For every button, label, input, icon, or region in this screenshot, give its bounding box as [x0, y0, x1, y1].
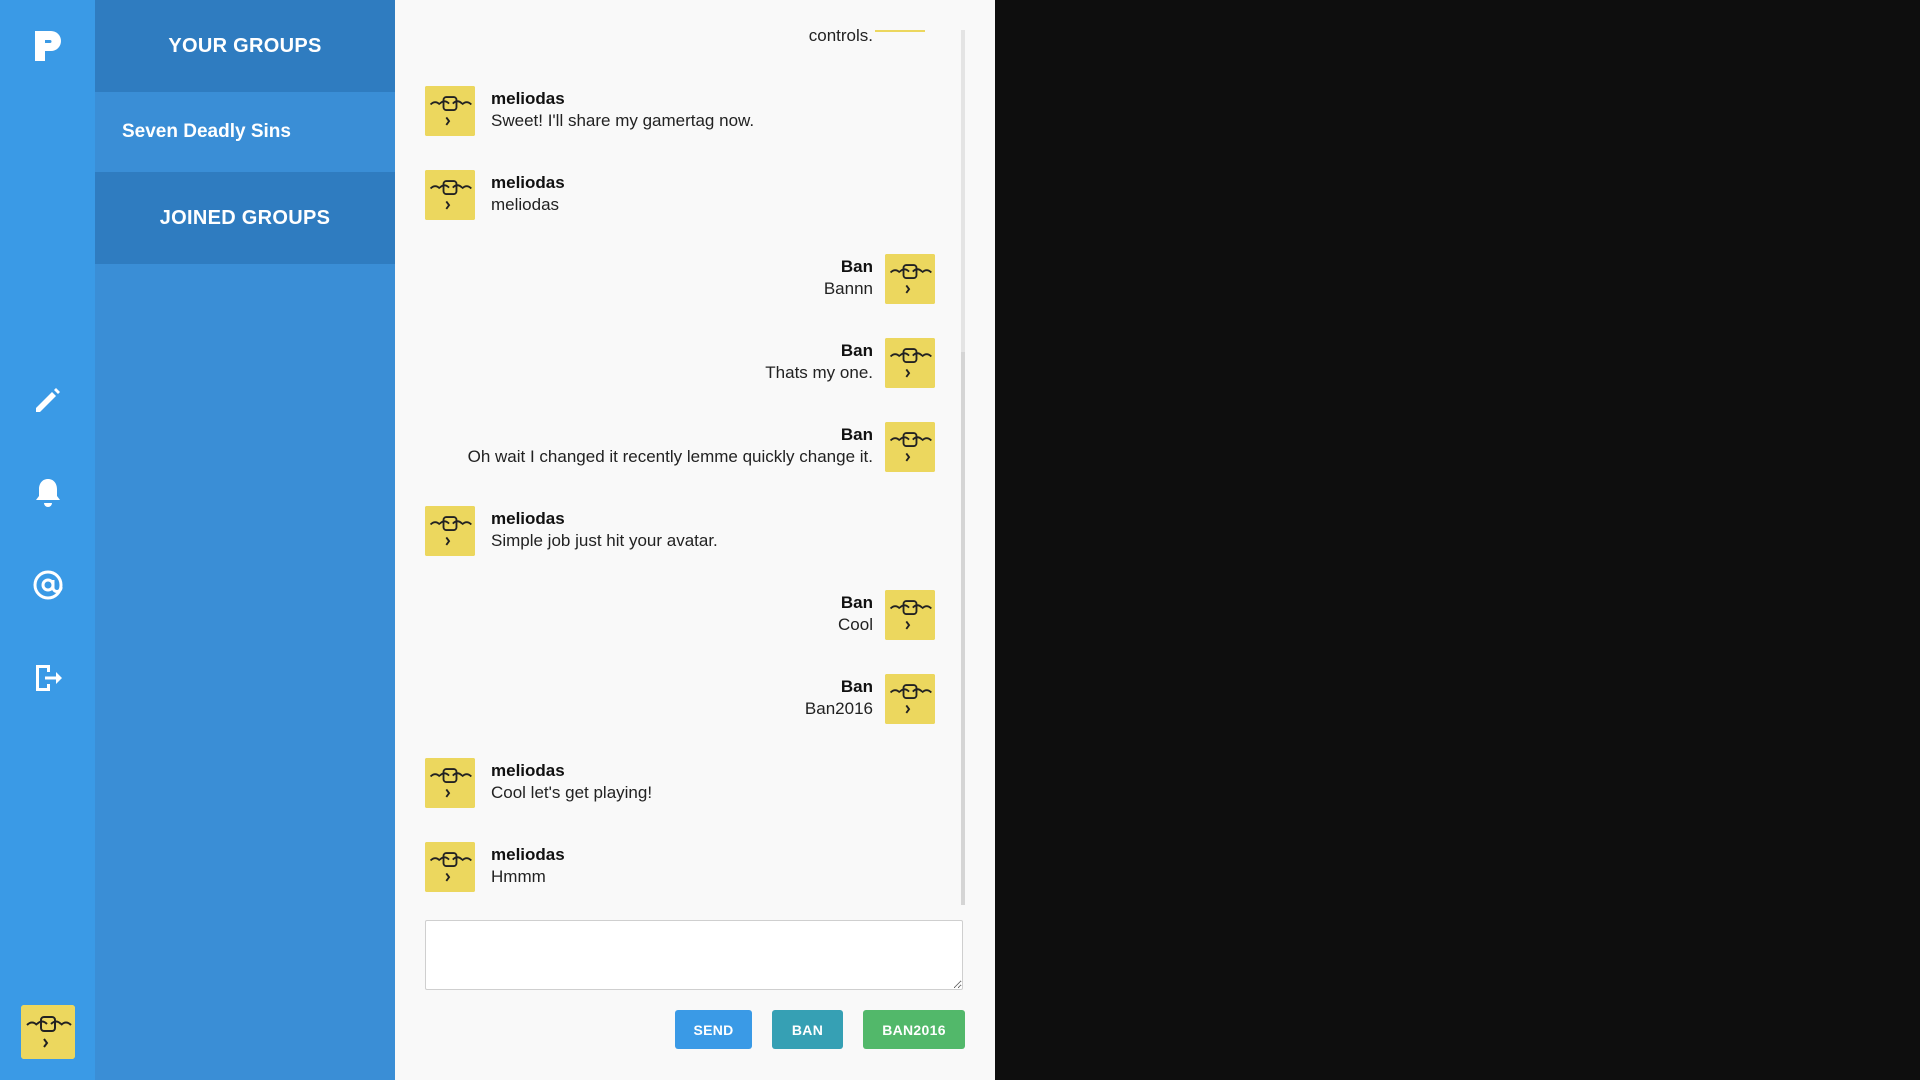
avatar[interactable]: [425, 758, 475, 808]
message-author: Ban: [840, 257, 873, 276]
message-list[interactable]: controls. meliodas Sweet! I'll share my …: [425, 0, 935, 905]
chat-message: meliodas meliodas: [425, 170, 935, 222]
user-avatar[interactable]: [21, 1005, 75, 1059]
ban2016-mention-button[interactable]: BAN2016: [863, 1010, 965, 1049]
mentions-button[interactable]: [0, 555, 95, 615]
chat-message: meliodas Hmmm: [425, 842, 935, 894]
avatar[interactable]: [885, 674, 935, 724]
joined-groups-header[interactable]: JOINED GROUPS: [95, 172, 395, 264]
chat-message: Ban Ban2016: [425, 674, 935, 726]
bell-icon: [35, 479, 60, 507]
group-item-seven-deadly-sins[interactable]: Seven Deadly Sins: [95, 92, 395, 172]
message-author: Ban: [840, 677, 873, 696]
scrollbar-thumb[interactable]: [961, 352, 965, 905]
avatar[interactable]: [885, 254, 935, 304]
chat-message: Ban Bannn: [425, 254, 935, 306]
app-logo[interactable]: [0, 0, 95, 92]
chat-message: meliodas Cool let's get playing!: [425, 758, 935, 810]
logout-icon: [35, 665, 62, 691]
icon-rail: [0, 0, 95, 1080]
ban-mention-button[interactable]: BAN: [772, 1010, 843, 1049]
logout-button[interactable]: [0, 648, 95, 708]
message-input[interactable]: [425, 920, 963, 990]
groups-panel: YOUR GROUPS Seven Deadly Sins JOINED GRO…: [95, 0, 395, 1080]
message-text: meliodas: [491, 195, 560, 214]
avatar[interactable]: [425, 506, 475, 556]
message-text: Ban2016: [804, 699, 873, 718]
message-author: Ban: [840, 341, 873, 360]
message-author: meliodas: [491, 845, 565, 864]
avatar[interactable]: [885, 338, 935, 388]
at-icon: [33, 570, 62, 600]
logo-icon: [34, 31, 61, 61]
chat-message: meliodas Simple job just hit your avatar…: [425, 506, 935, 558]
partial-message-text: controls.: [808, 26, 873, 45]
message-scrollbar[interactable]: [961, 30, 965, 905]
message-author: Ban: [840, 425, 873, 444]
message-author: meliodas: [491, 761, 565, 780]
pencil-icon: [35, 388, 60, 412]
compose-post-button[interactable]: [0, 370, 95, 430]
message-text: Hmmm: [491, 867, 546, 886]
avatar[interactable]: [425, 86, 475, 136]
chat-panel: controls. meliodas Sweet! I'll share my …: [395, 0, 995, 1080]
message-text: Simple job just hit your avatar.: [491, 531, 718, 550]
chat-message: Ban Oh wait I changed it recently lemme …: [425, 422, 935, 474]
avatar[interactable]: [885, 590, 935, 640]
message-author: meliodas: [491, 89, 565, 108]
group-item-label: Seven Deadly Sins: [122, 121, 291, 142]
notifications-button[interactable]: [0, 463, 95, 523]
message-text: Sweet! I'll share my gamertag now.: [491, 111, 755, 130]
chat-message: Ban Thats my one.: [425, 338, 935, 390]
avatar[interactable]: [425, 170, 475, 220]
message-author: meliodas: [491, 509, 565, 528]
message-text: Cool: [838, 615, 873, 634]
message-author: Ban: [840, 593, 873, 612]
avatar[interactable]: [425, 842, 475, 892]
your-groups-header[interactable]: YOUR GROUPS: [95, 0, 395, 92]
partial-avatar-edge: [875, 30, 925, 32]
avatar-image: [21, 1005, 75, 1059]
message-text: Bannn: [823, 279, 873, 298]
chat-message: Ban Cool: [425, 590, 935, 642]
message-text: Cool let's get playing!: [491, 783, 653, 802]
chat-message: meliodas Sweet! I'll share my gamertag n…: [425, 86, 935, 138]
message-text: Thats my one.: [765, 363, 873, 382]
send-button[interactable]: SEND: [675, 1010, 752, 1049]
avatar[interactable]: [885, 422, 935, 472]
message-text: Oh wait I changed it recently lemme quic…: [467, 447, 873, 466]
message-author: meliodas: [491, 173, 565, 192]
